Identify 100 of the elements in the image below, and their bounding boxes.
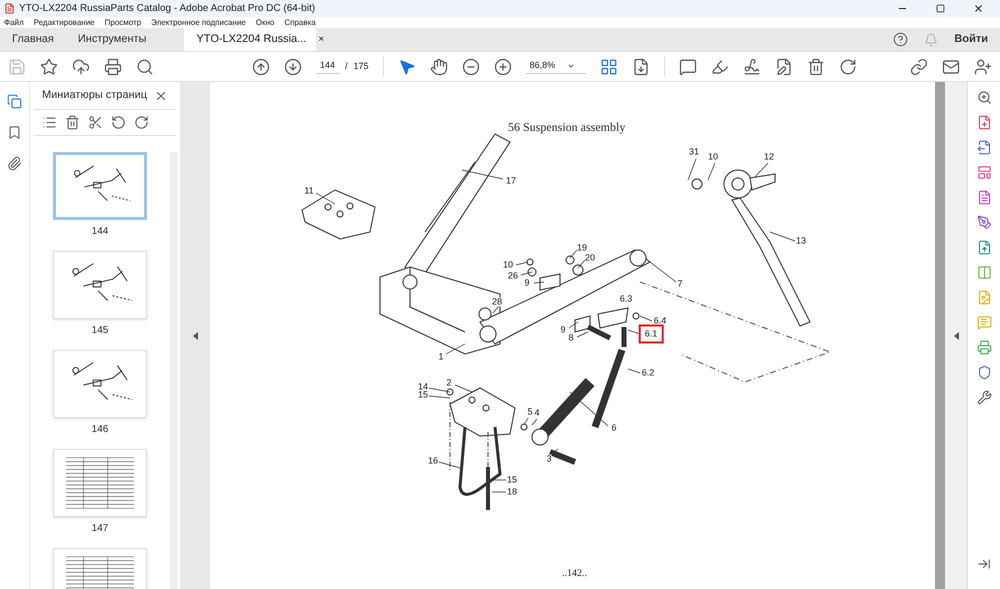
previous-page-icon[interactable] xyxy=(252,58,270,76)
page-count: 175 xyxy=(354,60,369,73)
trash-icon[interactable] xyxy=(65,115,80,130)
page-number: 144 xyxy=(92,225,108,239)
callout-label: 2 xyxy=(446,378,452,388)
pdf-app-icon xyxy=(4,3,15,14)
page-separator: / xyxy=(345,60,348,73)
callout-label: 1 xyxy=(438,352,444,362)
restore-icon[interactable] xyxy=(936,4,945,13)
callout-label: 18 xyxy=(507,488,517,496)
help-icon[interactable] xyxy=(893,32,908,47)
zoom-in-icon[interactable] xyxy=(494,58,512,76)
callout-label: 9 xyxy=(560,326,566,334)
print-icon[interactable] xyxy=(104,58,122,76)
highlighter-icon[interactable] xyxy=(710,58,729,76)
dropdown-caret-icon xyxy=(567,62,576,70)
menu-item[interactable]: Просмотр xyxy=(104,18,142,26)
next-page-icon[interactable] xyxy=(284,58,302,76)
page-thumbnail[interactable] xyxy=(53,449,147,517)
expand-panel-icon[interactable] xyxy=(977,557,991,571)
callout-label: 15 xyxy=(507,476,517,484)
callout-label: 6.4 xyxy=(654,316,666,326)
rotate-left-icon[interactable] xyxy=(111,115,126,130)
callout-label: 16 xyxy=(428,456,438,466)
search-icon[interactable] xyxy=(976,90,992,105)
callout-label: 26 xyxy=(508,272,518,280)
shield-icon[interactable] xyxy=(976,365,992,380)
callout-label: 19 xyxy=(577,244,587,252)
options-icon[interactable] xyxy=(42,115,57,130)
close-icon[interactable] xyxy=(973,3,984,14)
search-icon[interactable] xyxy=(136,58,154,76)
page-layout-icon[interactable] xyxy=(600,58,618,76)
mail-icon[interactable] xyxy=(942,58,960,76)
link-icon[interactable] xyxy=(910,58,928,76)
zoom-dropdown[interactable]: 86,8% xyxy=(526,59,586,74)
send-file-icon[interactable] xyxy=(976,240,992,255)
thumbnails-icon[interactable] xyxy=(7,94,22,109)
bookmark-icon[interactable] xyxy=(7,125,22,140)
callout-label: 11 xyxy=(304,186,314,196)
callout-label: 6.2 xyxy=(642,368,654,378)
page-number: 147 xyxy=(92,522,108,536)
create-pdf-icon[interactable] xyxy=(976,115,992,130)
signature-icon[interactable] xyxy=(742,58,761,76)
callout-label: 17 xyxy=(506,176,516,186)
export-pdf-icon[interactable] xyxy=(976,140,992,155)
sign-in-link[interactable]: Войти xyxy=(954,31,988,48)
callout-label: 28 xyxy=(492,298,502,306)
layout-icon[interactable] xyxy=(976,165,992,180)
page-thumbnail[interactable] xyxy=(53,251,147,319)
page-heading: 56 Suspension assembly xyxy=(508,119,626,136)
trash-icon[interactable] xyxy=(806,58,825,76)
tab[interactable]: Главная xyxy=(0,28,66,51)
edit-document-icon[interactable] xyxy=(774,58,793,76)
extract-icon[interactable] xyxy=(88,115,103,130)
menu-item[interactable]: Редактирование xyxy=(34,18,95,26)
callout-label: 15 xyxy=(418,390,428,400)
callout-label: 12 xyxy=(764,152,774,162)
page-number-field[interactable]: 144 xyxy=(316,59,340,74)
callout-label: 7 xyxy=(678,280,682,288)
page-thumbnail[interactable] xyxy=(53,152,147,220)
callout-label: 14 xyxy=(418,382,428,392)
scrollbar-track[interactable] xyxy=(935,82,945,589)
page-number: 146 xyxy=(92,423,108,437)
comment-icon[interactable] xyxy=(678,58,697,76)
rotate-icon[interactable] xyxy=(838,58,857,76)
add-user-icon[interactable] xyxy=(974,58,992,76)
callout-label: 6 xyxy=(612,424,616,432)
star-icon[interactable] xyxy=(40,58,58,76)
attachment-icon[interactable] xyxy=(7,156,22,171)
select-pointer-icon[interactable] xyxy=(398,58,416,76)
callout-label: 13 xyxy=(796,236,806,246)
callout-label: 8 xyxy=(568,334,574,342)
callout-label: 10 xyxy=(708,152,718,162)
menu-item[interactable]: Окно xyxy=(256,18,274,26)
callout-label: 6.1 xyxy=(638,324,664,344)
form-icon[interactable] xyxy=(976,190,992,205)
collapse-arrow-icon[interactable] xyxy=(192,332,198,340)
callout-label: 3 xyxy=(546,454,552,464)
scroll-mode-icon[interactable] xyxy=(632,58,650,76)
page-number: 145 xyxy=(92,324,108,338)
callout-label: 6.3 xyxy=(620,294,632,304)
sign-icon[interactable] xyxy=(976,215,992,230)
callout-label: 10 xyxy=(503,260,513,270)
zoom-out-icon[interactable] xyxy=(462,58,480,76)
menu-item[interactable]: Справка xyxy=(284,18,316,26)
page-thumbnail[interactable] xyxy=(53,350,147,418)
hand-icon[interactable] xyxy=(430,58,448,76)
callout-label: 31 xyxy=(689,148,699,156)
wrench-icon[interactable] xyxy=(976,390,992,405)
tab[interactable]: Инструменты xyxy=(66,28,158,51)
callout-label: 20 xyxy=(585,254,595,262)
rotate-right-icon[interactable] xyxy=(134,115,149,130)
callout-label: 5 xyxy=(528,408,532,416)
menu-item[interactable]: Электронное подписание xyxy=(151,18,246,26)
callout-label: 9 xyxy=(524,278,530,288)
print-icon[interactable] xyxy=(976,340,992,355)
upload-icon[interactable] xyxy=(72,58,90,76)
close-tab-button[interactable]: × xyxy=(318,32,324,47)
menu-item[interactable]: Файл xyxy=(4,18,24,26)
collapse-arrow-icon[interactable] xyxy=(954,332,958,340)
